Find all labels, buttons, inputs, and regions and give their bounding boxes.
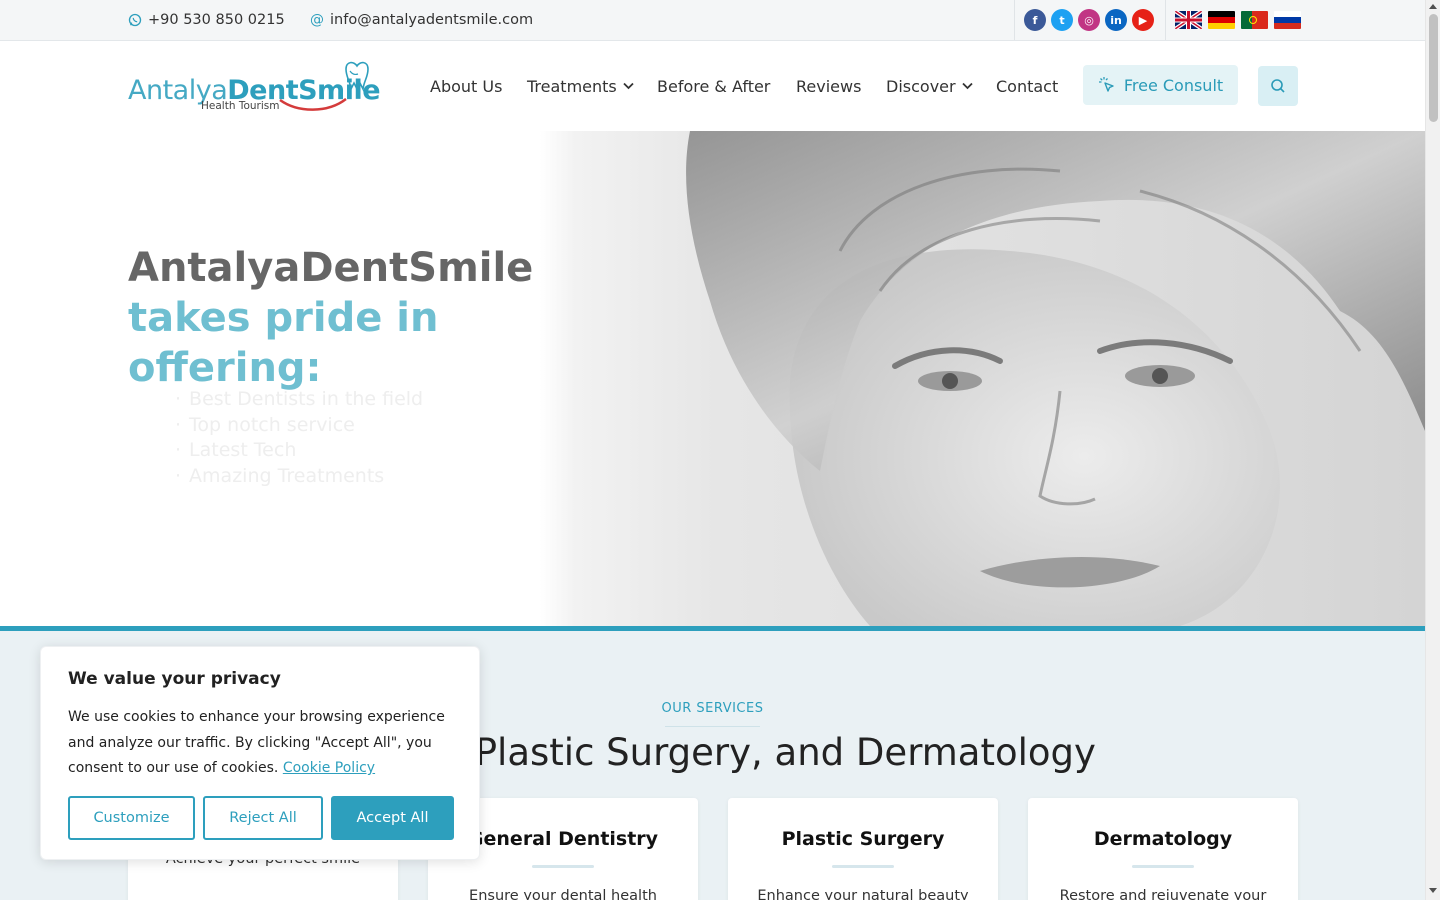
divider	[532, 865, 594, 868]
phone-number: +90 530 850 0215	[148, 12, 285, 28]
hero-portrait-image	[540, 131, 1425, 626]
hero-offer-list: Best Dentists in the field Top notch ser…	[175, 387, 423, 489]
divider	[665, 726, 760, 727]
free-consult-button[interactable]: Free Consult	[1083, 65, 1238, 105]
card-text: Enhance your natural beauty	[757, 888, 969, 900]
site-logo[interactable]: AntalyaDentSmile Health Tourism	[128, 59, 381, 117]
list-item: Top notch service	[175, 413, 423, 439]
twitter-icon[interactable]: t	[1051, 9, 1073, 31]
cookie-consent-banner: We value your privacy We use cookies to …	[40, 646, 480, 860]
top-bar: +90 530 850 0215 @ info@antalyadentsmile…	[0, 0, 1425, 41]
nav-reviews[interactable]: Reviews	[796, 41, 861, 131]
service-card-dermatology[interactable]: Dermatology Restore and rejuvenate your	[1028, 798, 1298, 900]
scroll-up-arrow-icon[interactable]	[1429, 4, 1437, 9]
card-text: Ensure your dental health	[469, 888, 657, 900]
tooth-logo-icon	[345, 61, 369, 92]
hero-section: AntalyaDentSmile takes pride in offering…	[0, 131, 1425, 626]
scroll-down-arrow-icon[interactable]	[1429, 888, 1437, 893]
divider	[1132, 865, 1194, 868]
list-item: Amazing Treatments	[175, 464, 423, 490]
flag-ru-icon[interactable]	[1274, 11, 1301, 29]
card-title: Dermatology	[1093, 828, 1233, 850]
scrollbar-thumb[interactable]	[1429, 14, 1438, 122]
nav-discover[interactable]: Discover	[886, 41, 973, 131]
smile-arc-icon	[279, 97, 347, 111]
social-links: f t ◎ in ▶	[1024, 9, 1154, 31]
language-switcher	[1175, 11, 1301, 29]
nav-treatments[interactable]: Treatments	[527, 41, 634, 131]
hero-title: AntalyaDentSmile takes pride in offering…	[128, 245, 534, 391]
youtube-icon[interactable]: ▶	[1132, 9, 1154, 31]
flag-uk-icon[interactable]	[1175, 11, 1202, 29]
divider	[1014, 0, 1015, 40]
chevron-down-icon	[961, 82, 973, 90]
search-icon	[1271, 79, 1285, 93]
nav-contact[interactable]: Contact	[996, 41, 1058, 131]
email-link[interactable]: @ info@antalyadentsmile.com	[310, 0, 533, 40]
whatsapp-icon	[128, 13, 142, 27]
list-item: Best Dentists in the field	[175, 387, 423, 413]
reject-all-button[interactable]: Reject All	[203, 796, 323, 840]
flag-pt-icon[interactable]	[1241, 11, 1268, 29]
page-scrollbar[interactable]	[1425, 0, 1440, 900]
linkedin-icon[interactable]: in	[1105, 9, 1127, 31]
divider	[1165, 0, 1166, 40]
flag-de-icon[interactable]	[1208, 11, 1235, 29]
main-header: AntalyaDentSmile Health Tourism About Us…	[0, 41, 1425, 131]
customize-button[interactable]: Customize	[68, 796, 195, 840]
nav-about-us[interactable]: About Us	[430, 41, 502, 131]
nav-before-after[interactable]: Before & After	[657, 41, 770, 131]
card-title: Plastic Surgery	[781, 828, 945, 850]
pointer-click-icon	[1098, 77, 1114, 92]
cookie-policy-link[interactable]: Cookie Policy	[283, 760, 375, 776]
search-button[interactable]	[1258, 66, 1298, 106]
phone-link[interactable]: +90 530 850 0215	[128, 0, 285, 40]
instagram-icon[interactable]: ◎	[1078, 9, 1100, 31]
service-card-plastic-surgery[interactable]: Plastic Surgery Enhance your natural bea…	[728, 798, 998, 900]
card-text: Restore and rejuvenate your	[1059, 888, 1267, 900]
at-icon: @	[310, 12, 324, 28]
chevron-down-icon	[623, 82, 634, 90]
facebook-icon[interactable]: f	[1024, 9, 1046, 31]
cookie-text: We use cookies to enhance your browsing …	[68, 709, 445, 776]
email-address: info@antalyadentsmile.com	[330, 12, 534, 28]
logo-tagline: Health Tourism	[201, 100, 280, 112]
divider	[832, 865, 894, 868]
accept-all-button[interactable]: Accept All	[331, 796, 454, 840]
cookie-title: We value your privacy	[68, 669, 281, 689]
list-item: Latest Tech	[175, 438, 423, 464]
